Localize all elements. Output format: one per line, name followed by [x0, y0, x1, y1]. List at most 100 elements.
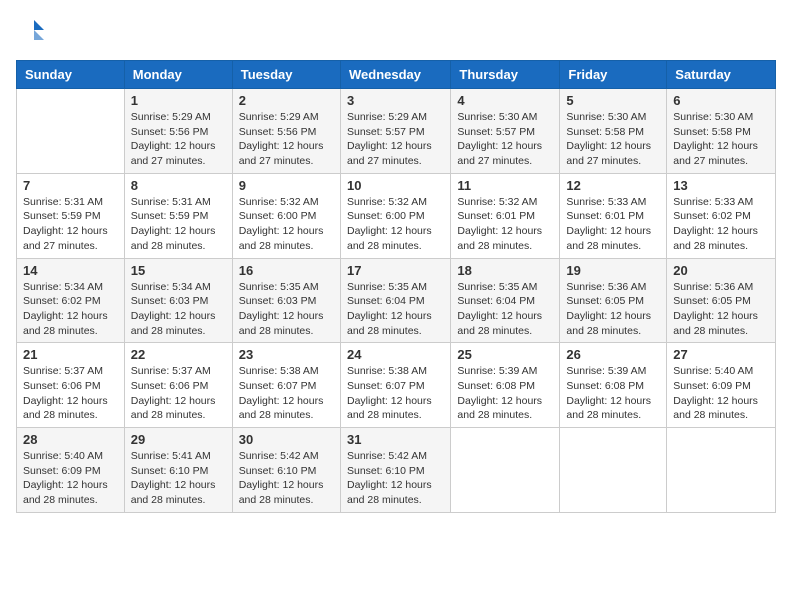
calendar-cell: 24 Sunrise: 5:38 AMSunset: 6:07 PMDayligh… [340, 343, 450, 428]
cell-info: Sunrise: 5:40 AMSunset: 6:09 PMDaylight:… [673, 364, 769, 423]
day-number: 29 [131, 432, 226, 447]
cell-info: Sunrise: 5:42 AMSunset: 6:10 PMDaylight:… [239, 449, 334, 508]
cell-info: Sunrise: 5:34 AMSunset: 6:02 PMDaylight:… [23, 280, 118, 339]
cell-info: Sunrise: 5:38 AMSunset: 6:07 PMDaylight:… [239, 364, 334, 423]
calendar-cell: 7Sunrise: 5:31 AMSunset: 5:59 PMDaylight… [17, 173, 125, 258]
calendar-row-2: 14 Sunrise: 5:34 AMSunset: 6:02 PMDayligh… [17, 258, 776, 343]
cell-info: Sunrise: 5:30 AMSunset: 5:57 PMDaylight:… [457, 110, 553, 169]
day-number: 27 [673, 347, 769, 362]
calendar-cell: 2 Sunrise: 5:29 AMSunset: 5:56 PMDaylight… [232, 89, 340, 174]
calendar-cell: 14 Sunrise: 5:34 AMSunset: 6:02 PMDayligh… [17, 258, 125, 343]
cell-info: Sunrise: 5:36 AMSunset: 6:05 PMDaylight:… [673, 280, 769, 339]
day-number: 16 [239, 263, 334, 278]
cell-info: Sunrise: 5:42 AMSunset: 6:10 PMDaylight:… [347, 449, 444, 508]
day-number: 15 [131, 263, 226, 278]
day-number: 4 [457, 93, 553, 108]
cell-info: Sunrise: 5:29 AMSunset: 5:57 PMDaylight:… [347, 110, 444, 169]
cell-info: Sunrise: 5:33 AMSunset: 6:02 PMDaylight:… [673, 195, 769, 254]
calendar-cell: 6 Sunrise: 5:30 AMSunset: 5:58 PMDaylight… [667, 89, 776, 174]
calendar-cell: 27 Sunrise: 5:40 AMSunset: 6:09 PMDayligh… [667, 343, 776, 428]
calendar-cell: 19 Sunrise: 5:36 AMSunset: 6:05 PMDayligh… [560, 258, 667, 343]
cell-info: Sunrise: 5:38 AMSunset: 6:07 PMDaylight:… [347, 364, 444, 423]
cell-info: Sunrise: 5:32 AMSunset: 6:00 PMDaylight:… [347, 195, 444, 254]
day-number: 24 [347, 347, 444, 362]
day-number: 12 [566, 178, 660, 193]
day-number: 14 [23, 263, 118, 278]
calendar-cell: 25 Sunrise: 5:39 AMSunset: 6:08 PMDayligh… [451, 343, 560, 428]
header-row: SundayMondayTuesdayWednesdayThursdayFrid… [17, 61, 776, 89]
calendar-table: SundayMondayTuesdayWednesdayThursdayFrid… [16, 60, 776, 513]
calendar-cell: 20Sunrise: 5:36 AMSunset: 6:05 PMDayligh… [667, 258, 776, 343]
cell-info: Sunrise: 5:30 AMSunset: 5:58 PMDaylight:… [566, 110, 660, 169]
calendar-row-4: 28 Sunrise: 5:40 AMSunset: 6:09 PMDayligh… [17, 428, 776, 513]
calendar-cell: 13Sunrise: 5:33 AMSunset: 6:02 PMDayligh… [667, 173, 776, 258]
calendar-cell: 15 Sunrise: 5:34 AMSunset: 6:03 PMDayligh… [124, 258, 232, 343]
day-number: 3 [347, 93, 444, 108]
cell-info: Sunrise: 5:31 AMSunset: 5:59 PMDaylight:… [131, 195, 226, 254]
page-header [16, 16, 776, 48]
day-number: 19 [566, 263, 660, 278]
calendar-cell: 3 Sunrise: 5:29 AMSunset: 5:57 PMDaylight… [340, 89, 450, 174]
calendar-cell [667, 428, 776, 513]
cell-info: Sunrise: 5:36 AMSunset: 6:05 PMDaylight:… [566, 280, 660, 339]
cell-info: Sunrise: 5:32 AMSunset: 6:01 PMDaylight:… [457, 195, 553, 254]
cell-info: Sunrise: 5:29 AMSunset: 5:56 PMDaylight:… [239, 110, 334, 169]
header-thursday: Thursday [451, 61, 560, 89]
cell-info: Sunrise: 5:35 AMSunset: 6:04 PMDaylight:… [347, 280, 444, 339]
calendar-cell: 8 Sunrise: 5:31 AMSunset: 5:59 PMDaylight… [124, 173, 232, 258]
cell-info: Sunrise: 5:35 AMSunset: 6:04 PMDaylight:… [457, 280, 553, 339]
calendar-cell: 29 Sunrise: 5:41 AMSunset: 6:10 PMDayligh… [124, 428, 232, 513]
day-number: 30 [239, 432, 334, 447]
cell-info: Sunrise: 5:41 AMSunset: 6:10 PMDaylight:… [131, 449, 226, 508]
calendar-cell: 10 Sunrise: 5:32 AMSunset: 6:00 PMDayligh… [340, 173, 450, 258]
day-number: 6 [673, 93, 769, 108]
calendar-cell: 5 Sunrise: 5:30 AMSunset: 5:58 PMDaylight… [560, 89, 667, 174]
header-tuesday: Tuesday [232, 61, 340, 89]
cell-info: Sunrise: 5:34 AMSunset: 6:03 PMDaylight:… [131, 280, 226, 339]
calendar-body: 1 Sunrise: 5:29 AMSunset: 5:56 PMDaylight… [17, 89, 776, 513]
header-wednesday: Wednesday [340, 61, 450, 89]
header-friday: Friday [560, 61, 667, 89]
day-number: 31 [347, 432, 444, 447]
calendar-cell: 12 Sunrise: 5:33 AMSunset: 6:01 PMDayligh… [560, 173, 667, 258]
calendar-cell [17, 89, 125, 174]
calendar-cell: 26 Sunrise: 5:39 AMSunset: 6:08 PMDayligh… [560, 343, 667, 428]
day-number: 18 [457, 263, 553, 278]
cell-info: Sunrise: 5:31 AMSunset: 5:59 PMDaylight:… [23, 195, 118, 254]
day-number: 11 [457, 178, 553, 193]
calendar-cell: 1 Sunrise: 5:29 AMSunset: 5:56 PMDaylight… [124, 89, 232, 174]
day-number: 5 [566, 93, 660, 108]
day-number: 1 [131, 93, 226, 108]
cell-info: Sunrise: 5:39 AMSunset: 6:08 PMDaylight:… [457, 364, 553, 423]
calendar-row-3: 21 Sunrise: 5:37 AMSunset: 6:06 PMDayligh… [17, 343, 776, 428]
logo [16, 16, 52, 48]
day-number: 9 [239, 178, 334, 193]
day-number: 10 [347, 178, 444, 193]
header-saturday: Saturday [667, 61, 776, 89]
cell-info: Sunrise: 5:39 AMSunset: 6:08 PMDaylight:… [566, 364, 660, 423]
logo-icon [16, 16, 48, 48]
day-number: 28 [23, 432, 118, 447]
calendar-row-0: 1 Sunrise: 5:29 AMSunset: 5:56 PMDaylight… [17, 89, 776, 174]
calendar-cell: 28 Sunrise: 5:40 AMSunset: 6:09 PMDayligh… [17, 428, 125, 513]
day-number: 22 [131, 347, 226, 362]
cell-info: Sunrise: 5:37 AMSunset: 6:06 PMDaylight:… [131, 364, 226, 423]
calendar-cell: 4 Sunrise: 5:30 AMSunset: 5:57 PMDaylight… [451, 89, 560, 174]
cell-info: Sunrise: 5:40 AMSunset: 6:09 PMDaylight:… [23, 449, 118, 508]
day-number: 26 [566, 347, 660, 362]
cell-info: Sunrise: 5:30 AMSunset: 5:58 PMDaylight:… [673, 110, 769, 169]
cell-info: Sunrise: 5:33 AMSunset: 6:01 PMDaylight:… [566, 195, 660, 254]
cell-info: Sunrise: 5:35 AMSunset: 6:03 PMDaylight:… [239, 280, 334, 339]
day-number: 2 [239, 93, 334, 108]
day-number: 8 [131, 178, 226, 193]
header-monday: Monday [124, 61, 232, 89]
day-number: 21 [23, 347, 118, 362]
calendar-cell: 31 Sunrise: 5:42 AMSunset: 6:10 PMDayligh… [340, 428, 450, 513]
calendar-cell: 17Sunrise: 5:35 AMSunset: 6:04 PMDayligh… [340, 258, 450, 343]
day-number: 25 [457, 347, 553, 362]
calendar-cell: 16 Sunrise: 5:35 AMSunset: 6:03 PMDayligh… [232, 258, 340, 343]
cell-info: Sunrise: 5:29 AMSunset: 5:56 PMDaylight:… [131, 110, 226, 169]
calendar-cell: 22 Sunrise: 5:37 AMSunset: 6:06 PMDayligh… [124, 343, 232, 428]
cell-info: Sunrise: 5:32 AMSunset: 6:00 PMDaylight:… [239, 195, 334, 254]
calendar-cell: 23Sunrise: 5:38 AMSunset: 6:07 PMDayligh… [232, 343, 340, 428]
